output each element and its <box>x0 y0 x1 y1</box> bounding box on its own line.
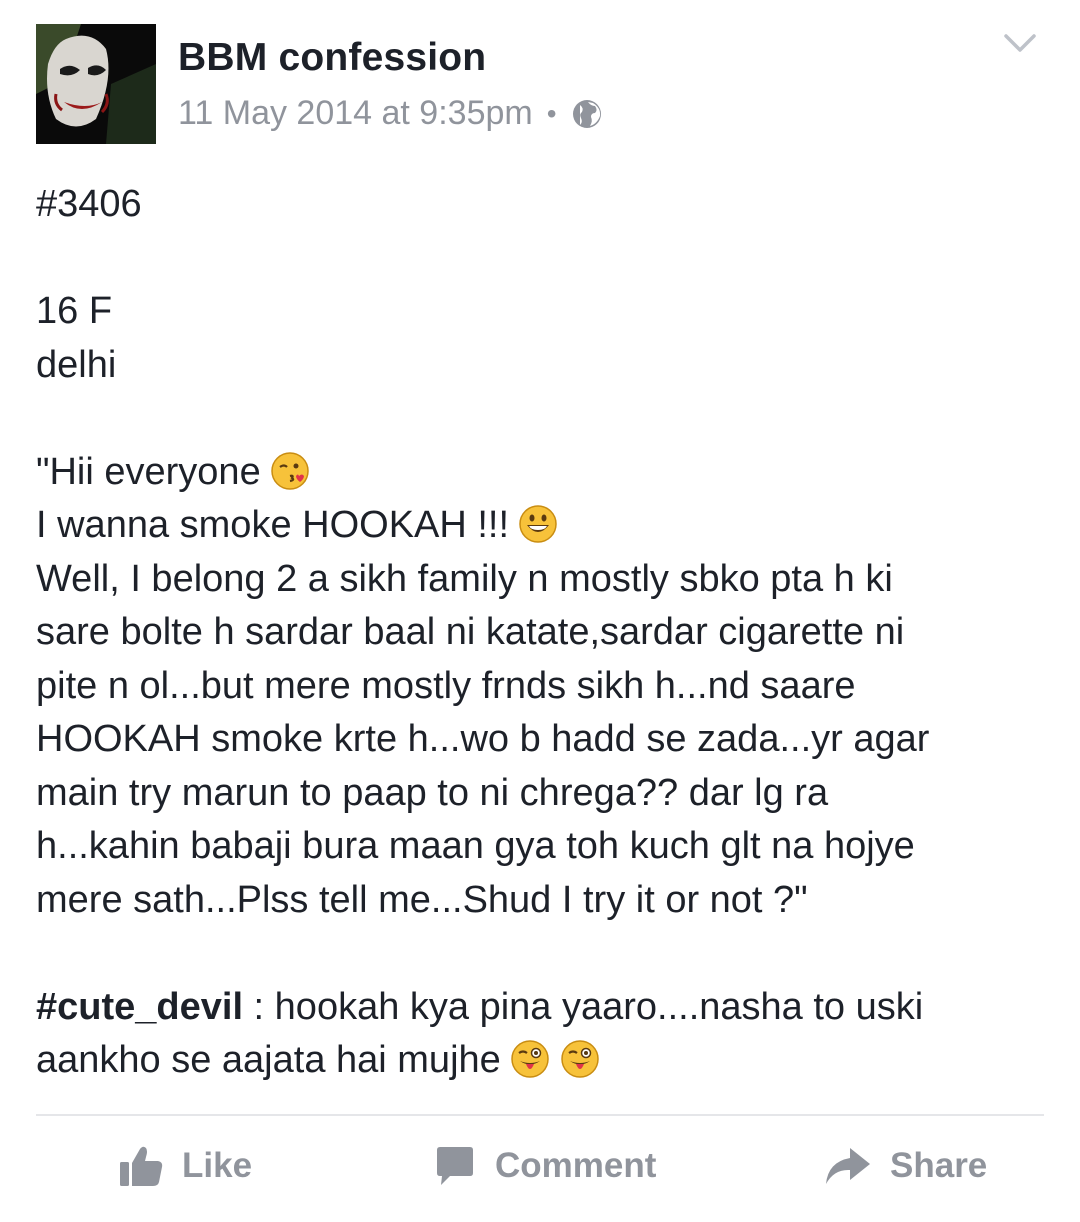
post-line: delhi <box>36 343 117 386</box>
post-line-text: "Hii everyone <box>36 450 261 493</box>
tongue-wink-emoji <box>559 1038 601 1080</box>
post-actions-bar: Like Comment Share <box>0 1130 1080 1202</box>
kissing-wink-emoji <box>269 450 311 492</box>
post-line: I wanna smoke HOOKAH !!! <box>36 499 1046 553</box>
post-line: HOOKAH smoke krte h...wo b hadd se zada.… <box>36 718 930 760</box>
post-timestamp[interactable]: 11 May 2014 at 9:35pm <box>178 94 533 133</box>
comment-bubble-icon <box>437 1147 473 1185</box>
chevron-down-icon[interactable] <box>1000 28 1040 58</box>
post-line-text: I wanna smoke HOOKAH !!! <box>36 504 510 546</box>
globe-icon[interactable] <box>571 98 603 130</box>
comment-text: aankho se aajata hai mujhe <box>36 1039 501 1081</box>
grinning-emoji <box>517 503 559 545</box>
post-line: sare bolte h sardar baal ni katate,sarda… <box>36 611 905 653</box>
share-label: Share <box>890 1146 988 1185</box>
post-line: Well, I belong 2 a sikh family n mostly … <box>36 557 893 600</box>
meta-separator: • <box>546 97 557 129</box>
page-name-link[interactable]: BBM confession <box>178 36 486 80</box>
facebook-post: BBM confession 11 May 2014 at 9:35pm • #… <box>0 0 1080 1222</box>
comment-line: aankho se aajata hai mujhe <box>36 1034 1046 1088</box>
share-button[interactable]: Share <box>824 1130 987 1202</box>
comment-label: Comment <box>495 1146 657 1185</box>
post-line: mere sath...Plss tell me...Shud I try it… <box>36 878 808 921</box>
like-button[interactable]: Like <box>118 1130 252 1202</box>
post-line: main try marun to paap to ni chrega?? da… <box>36 771 829 814</box>
comment-line: #cute_devil : hookah kya pina yaaro....n… <box>36 981 1046 1035</box>
comment-author[interactable]: #cute_devil <box>36 986 243 1028</box>
confession-number: #3406 <box>36 183 142 225</box>
tongue-wink-emoji <box>509 1038 551 1080</box>
post-line: h...kahin babaji bura maan gya toh kuch … <box>36 825 915 867</box>
comment-text: : hookah kya pina yaaro....nasha to uski <box>243 985 924 1028</box>
post-line: pite n ol...but mere mostly frnds sikh h… <box>36 664 856 707</box>
actions-divider <box>36 1114 1044 1116</box>
post-line: 16 F <box>36 290 113 332</box>
post-meta: 11 May 2014 at 9:35pm • <box>178 94 603 133</box>
thumbs-up-icon <box>120 1146 163 1186</box>
like-label: Like <box>182 1146 253 1185</box>
post-body: #3406 16 F delhi "Hii everyone I wanna s… <box>36 178 1046 1088</box>
page-avatar[interactable] <box>36 24 156 144</box>
post-line: "Hii everyone <box>36 446 1046 500</box>
comment-button[interactable]: Comment <box>433 1130 656 1202</box>
share-arrow-icon <box>826 1148 870 1184</box>
